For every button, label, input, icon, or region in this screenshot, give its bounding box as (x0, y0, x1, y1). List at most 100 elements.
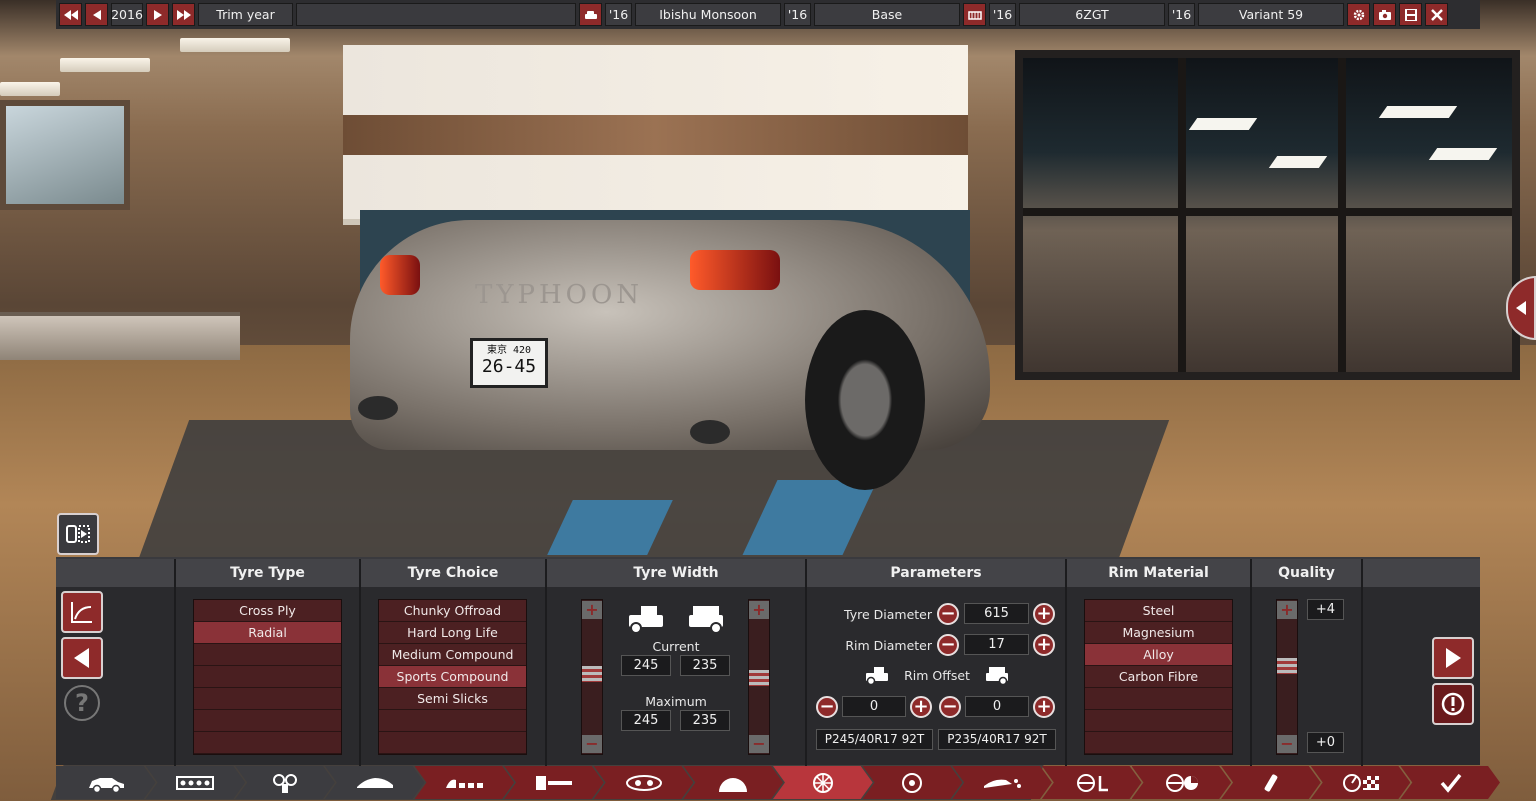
warning-button[interactable] (1432, 683, 1474, 725)
tab-wheels[interactable] (773, 766, 873, 799)
panel-nav-column: ? (56, 559, 174, 767)
list-item[interactable]: Magnesium (1085, 622, 1232, 644)
prev-icon (92, 9, 101, 20)
rim-diameter-decrease[interactable]: − (937, 634, 959, 656)
office-window (1015, 50, 1520, 380)
list-item-selected[interactable]: Radial (194, 622, 341, 644)
rewind-icon (63, 9, 78, 20)
list-item-selected[interactable]: Alloy (1085, 644, 1232, 666)
triangle-right-icon (1446, 648, 1461, 668)
engine-select-button[interactable] (963, 3, 986, 26)
tab-finish[interactable] (1400, 766, 1500, 799)
tab-tuning[interactable] (1221, 766, 1321, 799)
view-toggle-icon (66, 525, 90, 543)
model-select-button[interactable] (579, 3, 602, 26)
engine-year: '16 (989, 3, 1016, 26)
tab-testing[interactable] (1310, 766, 1411, 799)
tab-fixtures[interactable] (414, 766, 515, 799)
model-name[interactable]: Ibishu Monsoon (635, 3, 781, 26)
tab-steering[interactable] (1041, 766, 1142, 799)
tab-brakes[interactable] (862, 766, 963, 799)
tyre-diameter-decrease[interactable]: − (937, 603, 959, 625)
front-width-slider[interactable]: + − (581, 599, 603, 755)
engine-name[interactable]: 6ZGT (1019, 3, 1165, 26)
wrench-icon (1264, 773, 1278, 792)
graph-icon (71, 602, 92, 623)
tab-drive[interactable] (1131, 766, 1232, 799)
fixtures-icon (446, 779, 484, 788)
engine-icon (625, 774, 662, 791)
suspension-icon (273, 773, 298, 793)
help-button[interactable]: ? (64, 685, 100, 721)
aero-icon (984, 778, 1022, 788)
list-item[interactable]: Steel (1085, 600, 1232, 622)
list-item[interactable]: Carbon Fibre (1085, 666, 1232, 688)
rim-offset-front-decrease[interactable]: − (816, 696, 838, 718)
list-item (194, 688, 341, 710)
tyre-diameter-increase[interactable]: + (1033, 603, 1055, 625)
variant-name[interactable]: Variant 59 (1198, 3, 1344, 26)
list-item[interactable]: Hard Long Life (379, 622, 526, 644)
tab-gearbox[interactable] (683, 766, 783, 799)
rim-offset-front-increase[interactable]: + (910, 696, 932, 718)
current-front-width: 245 (621, 655, 671, 676)
tab-engine[interactable] (593, 766, 694, 799)
rim-diameter-value[interactable]: 17 (964, 634, 1029, 655)
list-item[interactable]: Chunky Offroad (379, 600, 526, 622)
decrease-button[interactable]: − (1277, 735, 1297, 753)
car-icon (584, 10, 597, 19)
list-item (379, 710, 526, 732)
screenshot-button[interactable] (1373, 3, 1396, 26)
close-button[interactable] (1425, 3, 1448, 26)
model-year: '16 (605, 3, 632, 26)
car-model: TYPHOON 東京 420 26-45 (350, 200, 1000, 500)
back-button[interactable] (61, 637, 103, 679)
rim-offset-rear-decrease[interactable]: − (939, 696, 961, 718)
stats-graph-button[interactable] (61, 591, 103, 633)
tyre-diameter-value[interactable]: 615 (964, 603, 1029, 624)
rim-offset-front-value[interactable]: 0 (842, 696, 906, 717)
tyre-type-column: Tyre Type Cross Ply Radial (174, 559, 359, 767)
slider-thumb[interactable] (749, 670, 769, 686)
car-rear-icon (986, 667, 1008, 685)
tab-chassis[interactable] (145, 766, 246, 799)
settings-button[interactable] (1347, 3, 1370, 26)
next-button[interactable] (1432, 637, 1474, 679)
list-item-selected[interactable]: Sports Compound (379, 666, 526, 688)
year-next-button[interactable] (146, 3, 169, 26)
increase-button[interactable]: + (582, 601, 602, 619)
decrease-button[interactable]: − (749, 735, 769, 753)
tyre-code-front: P245/40R17 92T (816, 729, 933, 750)
tab-aero[interactable] (952, 766, 1052, 799)
year-last-button[interactable] (172, 3, 195, 26)
year-prev-button[interactable] (85, 3, 108, 26)
tyre-width-header: Tyre Width (547, 559, 805, 587)
list-item[interactable]: Semi Slicks (379, 688, 526, 710)
increase-button[interactable]: + (749, 601, 769, 619)
quality-slider[interactable]: + − (1276, 599, 1298, 755)
top-bar: 2016 Trim year '16 Ibishu Monsoon '16 Ba… (56, 0, 1480, 29)
increase-button[interactable]: + (1277, 601, 1297, 619)
tab-body-style[interactable] (324, 766, 425, 799)
tab-suspension[interactable] (235, 766, 335, 799)
decrease-button[interactable]: − (582, 735, 602, 753)
save-button[interactable] (1399, 3, 1422, 26)
ceiling-light (0, 82, 60, 96)
list-item[interactable]: Cross Ply (194, 600, 341, 622)
camera-view-button[interactable] (57, 513, 99, 555)
tab-interior[interactable] (504, 766, 604, 799)
slider-thumb[interactable] (582, 666, 602, 682)
rear-width-slider[interactable]: + − (748, 599, 770, 755)
ceiling-light (60, 58, 150, 72)
save-icon (1404, 8, 1417, 21)
rim-diameter-increase[interactable]: + (1033, 634, 1055, 656)
panel-right-header (1363, 559, 1480, 587)
tab-body[interactable] (56, 766, 156, 799)
slider-thumb[interactable] (1277, 658, 1297, 674)
list-item[interactable]: Medium Compound (379, 644, 526, 666)
trim-name[interactable]: Base (814, 3, 960, 26)
car-front-icon (629, 606, 663, 634)
rim-offset-rear-value[interactable]: 0 (965, 696, 1029, 717)
year-first-button[interactable] (59, 3, 82, 26)
rim-offset-rear-increase[interactable]: + (1033, 696, 1055, 718)
